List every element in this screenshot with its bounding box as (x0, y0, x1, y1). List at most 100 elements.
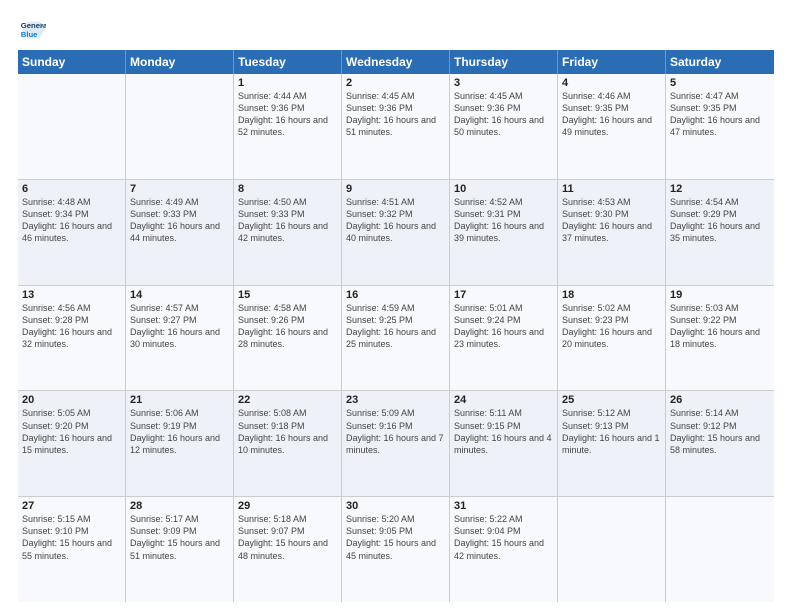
logo: General Blue (18, 16, 48, 44)
day-number: 12 (670, 183, 770, 195)
svg-text:Blue: Blue (21, 30, 38, 39)
calendar-week-3: 13Sunrise: 4:56 AMSunset: 9:28 PMDayligh… (18, 286, 774, 392)
day-number: 17 (454, 289, 553, 301)
day-number: 24 (454, 394, 553, 406)
calendar-cell-21: 21Sunrise: 5:06 AMSunset: 9:19 PMDayligh… (126, 391, 234, 496)
calendar-cell-4: 4Sunrise: 4:46 AMSunset: 9:35 PMDaylight… (558, 74, 666, 179)
calendar-header: SundayMondayTuesdayWednesdayThursdayFrid… (18, 50, 774, 74)
calendar-cell-30: 30Sunrise: 5:20 AMSunset: 9:05 PMDayligh… (342, 497, 450, 602)
calendar-cell-19: 19Sunrise: 5:03 AMSunset: 9:22 PMDayligh… (666, 286, 774, 391)
calendar-cell-11: 11Sunrise: 4:53 AMSunset: 9:30 PMDayligh… (558, 180, 666, 285)
cell-info: Sunrise: 4:48 AMSunset: 9:34 PMDaylight:… (22, 196, 121, 245)
calendar-cell-empty-0-1 (126, 74, 234, 179)
cell-info: Sunrise: 4:52 AMSunset: 9:31 PMDaylight:… (454, 196, 553, 245)
cell-info: Sunrise: 5:12 AMSunset: 9:13 PMDaylight:… (562, 407, 661, 456)
calendar-cell-31: 31Sunrise: 5:22 AMSunset: 9:04 PMDayligh… (450, 497, 558, 602)
calendar-cell-16: 16Sunrise: 4:59 AMSunset: 9:25 PMDayligh… (342, 286, 450, 391)
day-number: 9 (346, 183, 445, 195)
calendar-cell-empty-4-6 (666, 497, 774, 602)
cell-info: Sunrise: 4:59 AMSunset: 9:25 PMDaylight:… (346, 302, 445, 351)
header-cell-wednesday: Wednesday (342, 50, 450, 74)
cell-info: Sunrise: 4:53 AMSunset: 9:30 PMDaylight:… (562, 196, 661, 245)
cell-info: Sunrise: 4:45 AMSunset: 9:36 PMDaylight:… (346, 90, 445, 139)
cell-info: Sunrise: 5:18 AMSunset: 9:07 PMDaylight:… (238, 513, 337, 562)
day-number: 6 (22, 183, 121, 195)
calendar-cell-7: 7Sunrise: 4:49 AMSunset: 9:33 PMDaylight… (126, 180, 234, 285)
day-number: 21 (130, 394, 229, 406)
header-cell-monday: Monday (126, 50, 234, 74)
calendar-cell-empty-4-5 (558, 497, 666, 602)
calendar-cell-9: 9Sunrise: 4:51 AMSunset: 9:32 PMDaylight… (342, 180, 450, 285)
cell-info: Sunrise: 5:15 AMSunset: 9:10 PMDaylight:… (22, 513, 121, 562)
day-number: 25 (562, 394, 661, 406)
day-number: 16 (346, 289, 445, 301)
logo-icon: General Blue (18, 16, 46, 44)
cell-info: Sunrise: 5:06 AMSunset: 9:19 PMDaylight:… (130, 407, 229, 456)
cell-info: Sunrise: 4:47 AMSunset: 9:35 PMDaylight:… (670, 90, 770, 139)
cell-info: Sunrise: 4:58 AMSunset: 9:26 PMDaylight:… (238, 302, 337, 351)
day-number: 20 (22, 394, 121, 406)
day-number: 15 (238, 289, 337, 301)
cell-info: Sunrise: 5:17 AMSunset: 9:09 PMDaylight:… (130, 513, 229, 562)
calendar-cell-8: 8Sunrise: 4:50 AMSunset: 9:33 PMDaylight… (234, 180, 342, 285)
calendar-cell-28: 28Sunrise: 5:17 AMSunset: 9:09 PMDayligh… (126, 497, 234, 602)
day-number: 3 (454, 77, 553, 89)
calendar-cell-14: 14Sunrise: 4:57 AMSunset: 9:27 PMDayligh… (126, 286, 234, 391)
calendar-cell-26: 26Sunrise: 5:14 AMSunset: 9:12 PMDayligh… (666, 391, 774, 496)
calendar-week-4: 20Sunrise: 5:05 AMSunset: 9:20 PMDayligh… (18, 391, 774, 497)
header-cell-thursday: Thursday (450, 50, 558, 74)
day-number: 1 (238, 77, 337, 89)
day-number: 18 (562, 289, 661, 301)
calendar-week-5: 27Sunrise: 5:15 AMSunset: 9:10 PMDayligh… (18, 497, 774, 602)
calendar-week-1: 1Sunrise: 4:44 AMSunset: 9:36 PMDaylight… (18, 74, 774, 180)
calendar-cell-empty-0-0 (18, 74, 126, 179)
header: General Blue (18, 16, 774, 44)
calendar-body: 1Sunrise: 4:44 AMSunset: 9:36 PMDaylight… (18, 74, 774, 602)
cell-info: Sunrise: 4:46 AMSunset: 9:35 PMDaylight:… (562, 90, 661, 139)
calendar-cell-22: 22Sunrise: 5:08 AMSunset: 9:18 PMDayligh… (234, 391, 342, 496)
calendar-cell-5: 5Sunrise: 4:47 AMSunset: 9:35 PMDaylight… (666, 74, 774, 179)
calendar-cell-23: 23Sunrise: 5:09 AMSunset: 9:16 PMDayligh… (342, 391, 450, 496)
calendar-cell-27: 27Sunrise: 5:15 AMSunset: 9:10 PMDayligh… (18, 497, 126, 602)
day-number: 30 (346, 500, 445, 512)
cell-info: Sunrise: 5:01 AMSunset: 9:24 PMDaylight:… (454, 302, 553, 351)
calendar-cell-18: 18Sunrise: 5:02 AMSunset: 9:23 PMDayligh… (558, 286, 666, 391)
calendar-cell-2: 2Sunrise: 4:45 AMSunset: 9:36 PMDaylight… (342, 74, 450, 179)
calendar-cell-25: 25Sunrise: 5:12 AMSunset: 9:13 PMDayligh… (558, 391, 666, 496)
cell-info: Sunrise: 5:22 AMSunset: 9:04 PMDaylight:… (454, 513, 553, 562)
cell-info: Sunrise: 5:20 AMSunset: 9:05 PMDaylight:… (346, 513, 445, 562)
day-number: 26 (670, 394, 770, 406)
calendar-cell-13: 13Sunrise: 4:56 AMSunset: 9:28 PMDayligh… (18, 286, 126, 391)
day-number: 29 (238, 500, 337, 512)
cell-info: Sunrise: 5:08 AMSunset: 9:18 PMDaylight:… (238, 407, 337, 456)
cell-info: Sunrise: 5:14 AMSunset: 9:12 PMDaylight:… (670, 407, 770, 456)
header-cell-tuesday: Tuesday (234, 50, 342, 74)
cell-info: Sunrise: 4:54 AMSunset: 9:29 PMDaylight:… (670, 196, 770, 245)
cell-info: Sunrise: 5:11 AMSunset: 9:15 PMDaylight:… (454, 407, 553, 456)
day-number: 27 (22, 500, 121, 512)
calendar-cell-12: 12Sunrise: 4:54 AMSunset: 9:29 PMDayligh… (666, 180, 774, 285)
calendar-cell-3: 3Sunrise: 4:45 AMSunset: 9:36 PMDaylight… (450, 74, 558, 179)
header-cell-friday: Friday (558, 50, 666, 74)
cell-info: Sunrise: 4:57 AMSunset: 9:27 PMDaylight:… (130, 302, 229, 351)
calendar-week-2: 6Sunrise: 4:48 AMSunset: 9:34 PMDaylight… (18, 180, 774, 286)
day-number: 14 (130, 289, 229, 301)
day-number: 22 (238, 394, 337, 406)
calendar-cell-17: 17Sunrise: 5:01 AMSunset: 9:24 PMDayligh… (450, 286, 558, 391)
header-cell-saturday: Saturday (666, 50, 774, 74)
cell-info: Sunrise: 5:09 AMSunset: 9:16 PMDaylight:… (346, 407, 445, 456)
cell-info: Sunrise: 4:50 AMSunset: 9:33 PMDaylight:… (238, 196, 337, 245)
calendar-cell-20: 20Sunrise: 5:05 AMSunset: 9:20 PMDayligh… (18, 391, 126, 496)
calendar-cell-24: 24Sunrise: 5:11 AMSunset: 9:15 PMDayligh… (450, 391, 558, 496)
cell-info: Sunrise: 4:49 AMSunset: 9:33 PMDaylight:… (130, 196, 229, 245)
cell-info: Sunrise: 5:05 AMSunset: 9:20 PMDaylight:… (22, 407, 121, 456)
cell-info: Sunrise: 5:03 AMSunset: 9:22 PMDaylight:… (670, 302, 770, 351)
day-number: 2 (346, 77, 445, 89)
cell-info: Sunrise: 4:56 AMSunset: 9:28 PMDaylight:… (22, 302, 121, 351)
day-number: 13 (22, 289, 121, 301)
cell-info: Sunrise: 4:44 AMSunset: 9:36 PMDaylight:… (238, 90, 337, 139)
day-number: 10 (454, 183, 553, 195)
day-number: 31 (454, 500, 553, 512)
header-cell-sunday: Sunday (18, 50, 126, 74)
day-number: 8 (238, 183, 337, 195)
